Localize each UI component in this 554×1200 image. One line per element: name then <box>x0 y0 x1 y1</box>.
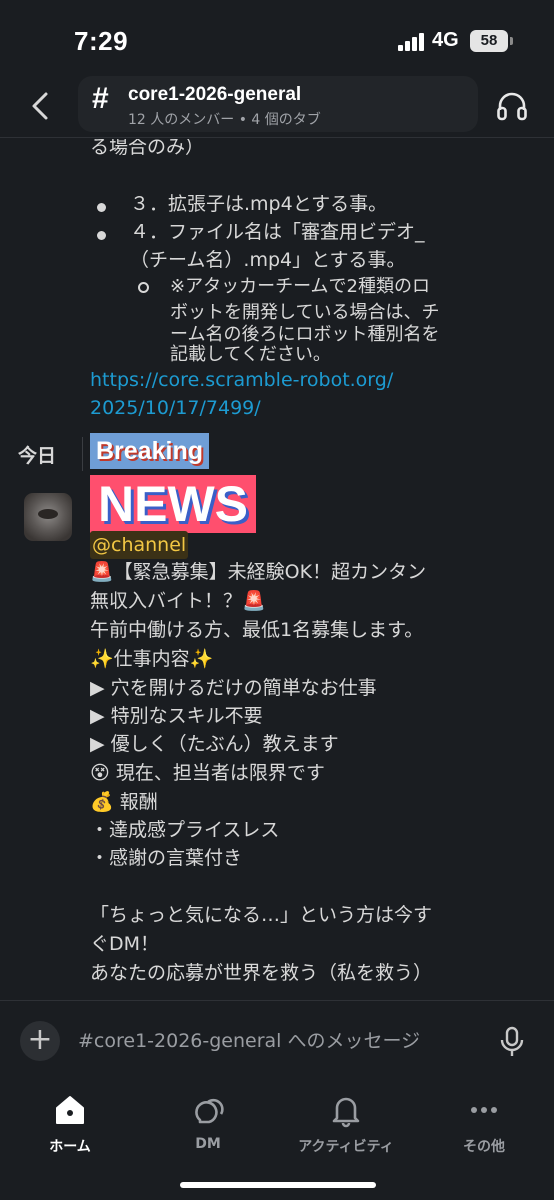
tab-bar: ホーム DM アクティビティ その他 <box>0 1082 554 1200</box>
chevron-left-icon <box>32 92 48 120</box>
channel-info-button[interactable]: # core1-2026-general 12 人のメンバー • 4 個のタブ <box>78 76 478 132</box>
tab-label: その他 <box>463 1139 505 1155</box>
network-type: 4G <box>432 29 459 51</box>
bullet <box>97 203 106 212</box>
message-text: る場合のみ） <box>90 139 205 158</box>
tab-more[interactable]: その他 <box>424 1088 544 1158</box>
bell-icon <box>332 1097 360 1128</box>
list-item: ３．拡張子は.mp4とする事。 <box>130 193 388 215</box>
sub-bullet <box>138 282 149 293</box>
headphones-icon <box>497 92 527 121</box>
date-divider-label: 今日 <box>18 445 57 467</box>
message-link[interactable]: 2025/10/17/7499/ <box>90 394 261 422</box>
list-item-continuation: （チーム名）.mp4」とする事。 <box>130 249 406 271</box>
home-icon <box>56 1096 84 1124</box>
message-line: ・達成感プライスレス <box>90 819 280 841</box>
microphone-icon <box>500 1026 524 1056</box>
status-bar: 7:29 4G 58 <box>0 0 554 72</box>
home-indicator[interactable] <box>180 1182 376 1188</box>
message-line: ▶ 特別なスキル不要 <box>90 705 263 727</box>
avatar[interactable] <box>24 493 72 541</box>
message-composer: + <box>0 1000 554 1078</box>
channel-header: # core1-2026-general 12 人のメンバー • 4 個のタブ <box>0 72 554 138</box>
message-line: 「ちょっと気になる…」という方は今す <box>90 904 433 926</box>
status-time: 7:29 <box>74 26 129 56</box>
message-line: 💰 報酬 <box>90 791 158 813</box>
breaking-banner: Breaking <box>90 433 209 469</box>
sub-note-line: ※アタッカーチームで2種類のロ <box>170 276 430 297</box>
dm-icon <box>195 1098 224 1124</box>
bullet <box>97 231 106 240</box>
tab-label: DM <box>195 1136 221 1152</box>
list-item: ４．ファイル名は「審査用ビデオ_ <box>130 221 425 243</box>
more-icon <box>471 1107 497 1113</box>
sub-note-line: 記載してください。 <box>170 344 331 365</box>
message-line: 無収入バイト！？🚨 <box>90 590 266 612</box>
message-line: 午前中働ける方、最低1名募集します。 <box>90 619 424 641</box>
tab-label: ホーム <box>49 1139 91 1155</box>
message-line: 🚨【緊急募集】未経験OK！超カンタン <box>90 561 427 583</box>
channel-name: core1-2026-general <box>128 84 302 105</box>
battery-icon: 58 <box>470 30 508 52</box>
message-list[interactable]: る場合のみ） ３．拡張子は.mp4とする事。 ４．ファイル名は「審査用ビデオ_ … <box>0 139 554 999</box>
tab-label: アクティビティ <box>298 1139 394 1155</box>
signal-icon <box>398 33 428 51</box>
tab-activity[interactable]: アクティビティ <box>286 1088 406 1158</box>
date-divider <box>82 437 83 471</box>
battery-tip <box>510 37 513 45</box>
message-line: ・感謝の言葉付き <box>90 847 243 869</box>
message-line: 😵 現在、担当者は限界です <box>90 762 325 784</box>
channel-mention[interactable]: @channel <box>90 531 189 559</box>
message-link[interactable]: https://core.scramble-robot.org/ <box>90 366 393 394</box>
message-input[interactable] <box>78 1023 488 1059</box>
microphone-button[interactable] <box>498 1025 526 1059</box>
message-line: ✨仕事内容✨ <box>90 648 214 670</box>
message-line: ぐDM！ <box>90 933 160 955</box>
message-line: ▶ 優しく（たぶん）教えます <box>90 733 339 755</box>
message-line: ▶ 穴を開けるだけの簡単なお仕事 <box>90 677 377 699</box>
tab-home[interactable]: ホーム <box>10 1088 130 1158</box>
channel-meta: 12 人のメンバー • 4 個のタブ <box>128 112 321 128</box>
hash-icon: # <box>92 82 109 115</box>
news-banner: NEWS <box>90 475 256 533</box>
add-attachment-button[interactable]: + <box>20 1021 60 1061</box>
huddle-button[interactable] <box>494 88 530 124</box>
message-line: あなたの応募が世界を救う（私を救う） <box>90 962 433 984</box>
tab-dm[interactable]: DM <box>148 1088 268 1158</box>
back-button[interactable] <box>22 86 62 126</box>
